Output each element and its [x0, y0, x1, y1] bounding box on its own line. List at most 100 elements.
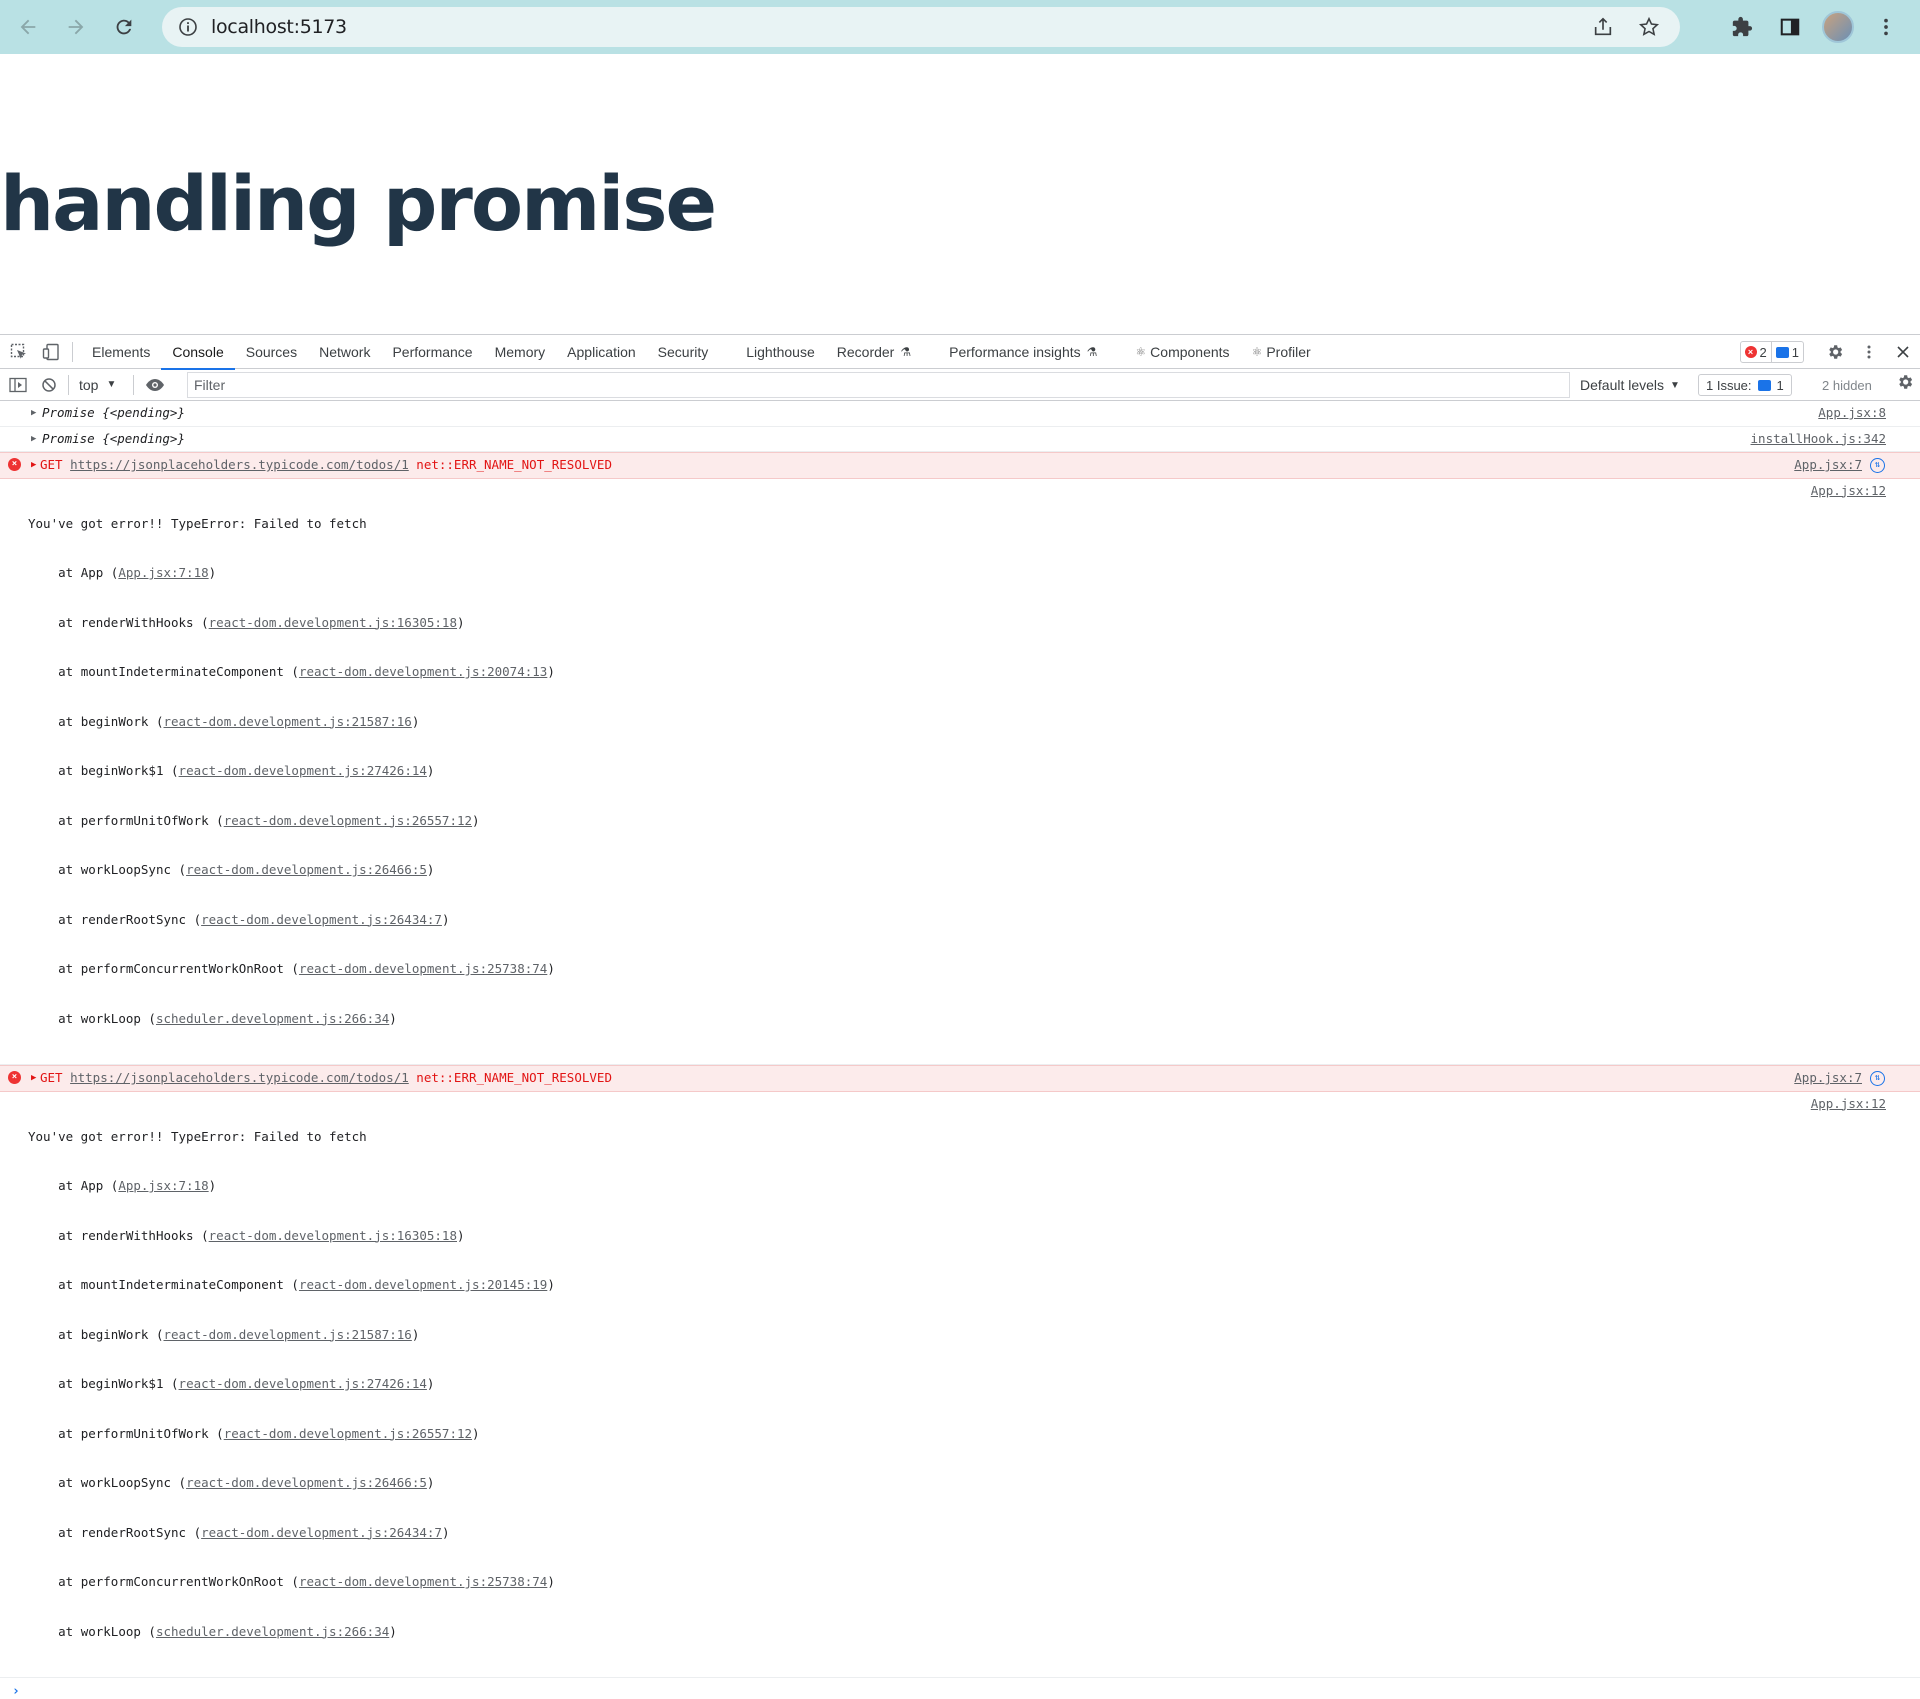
source-link[interactable]: App.jsx:8: [1818, 405, 1886, 422]
flask-icon: ⚗: [1086, 344, 1098, 359]
stack-frame-link[interactable]: scheduler.development.js:266:34: [156, 1624, 389, 1639]
stack-frame-link[interactable]: App.jsx:7:18: [118, 1178, 208, 1193]
sidebar-toggle-icon[interactable]: [5, 372, 31, 398]
network-request-icon[interactable]: ⇅: [1870, 458, 1885, 473]
console-message[interactable]: ▶ Promise {<pending>} App.jsx:8: [0, 401, 1920, 427]
stack-frame-link[interactable]: react-dom.development.js:21587:16: [163, 714, 411, 729]
message-count-badge[interactable]: 1: [1771, 341, 1804, 363]
inspect-element-icon[interactable]: [6, 339, 32, 365]
stack-frame-link[interactable]: react-dom.development.js:21587:16: [163, 1327, 411, 1342]
stack-frame-link[interactable]: react-dom.development.js:20145:19: [299, 1277, 547, 1292]
hidden-count: 2 hidden: [1822, 377, 1872, 393]
source-link[interactable]: App.jsx:12: [1811, 483, 1886, 500]
tab-sources[interactable]: Sources: [235, 335, 308, 369]
tab-application[interactable]: Application: [556, 335, 647, 369]
tab-network[interactable]: Network: [308, 335, 381, 369]
divider: [72, 341, 73, 362]
source-link[interactable]: App.jsx:7: [1794, 1070, 1862, 1087]
star-icon[interactable]: [1638, 16, 1660, 43]
stack-frame-link[interactable]: react-dom.development.js:25738:74: [299, 961, 547, 976]
address-bar[interactable]: localhost:5173: [162, 7, 1680, 47]
stack-frame-link[interactable]: react-dom.development.js:27426:14: [179, 763, 427, 778]
stack-frame-link[interactable]: react-dom.development.js:16305:18: [209, 1228, 457, 1243]
stack-frame-link[interactable]: react-dom.development.js:20074:13: [299, 664, 547, 679]
live-expression-eye-icon[interactable]: [142, 372, 168, 398]
react-icon: ⚛: [1135, 344, 1147, 359]
react-icon: ⚛: [1251, 344, 1263, 359]
issues-button[interactable]: 1 Issue: 1: [1698, 374, 1792, 396]
stack-frame-link[interactable]: react-dom.development.js:16305:18: [209, 615, 457, 630]
tab-recorder[interactable]: Recorder ⚗: [826, 335, 922, 369]
stack-frame-link[interactable]: react-dom.development.js:26466:5: [186, 1475, 427, 1490]
menu-icon[interactable]: [1866, 7, 1906, 47]
console-toolbar: top ▼ Filter Default levels ▼ 1 Issue: 1…: [0, 369, 1920, 401]
context-selector[interactable]: top ▼: [79, 377, 127, 393]
stack-frame-link[interactable]: react-dom.development.js:26557:12: [224, 813, 472, 828]
info-icon[interactable]: [178, 17, 198, 37]
tab-security[interactable]: Security: [647, 335, 720, 369]
page-title: handling promise: [0, 159, 717, 248]
dropdown-arrow-icon: ▼: [106, 379, 117, 390]
tab-components[interactable]: ⚛ Components: [1124, 335, 1240, 369]
divider: [133, 374, 134, 395]
divider: [68, 374, 69, 395]
flask-icon: ⚗: [900, 344, 912, 359]
stack-frame-link[interactable]: react-dom.development.js:26434:7: [201, 1525, 442, 1540]
tab-elements[interactable]: Elements: [81, 335, 161, 369]
console-message[interactable]: You've got error!! TypeError: Failed to …: [0, 479, 1920, 1065]
expand-triangle-icon[interactable]: ▶: [31, 431, 36, 448]
expand-triangle-icon[interactable]: ▶: [31, 405, 36, 422]
error-icon: ×: [8, 1071, 21, 1084]
stack-frame-link[interactable]: react-dom.development.js:26466:5: [186, 862, 427, 877]
tab-profiler[interactable]: ⚛ Profiler: [1241, 335, 1322, 369]
source-link[interactable]: installHook.js:342: [1751, 431, 1886, 448]
error-count-badge[interactable]: × 2: [1739, 341, 1772, 363]
source-link[interactable]: App.jsx:7: [1794, 457, 1862, 474]
filter-input[interactable]: Filter: [187, 372, 1570, 398]
log-levels-dropdown[interactable]: Default levels ▼: [1580, 369, 1680, 401]
request-url-link[interactable]: https://jsonplaceholders.typicode.com/to…: [70, 457, 409, 472]
tab-performance-insights[interactable]: Performance insights ⚗: [938, 335, 1108, 369]
console-message[interactable]: You've got error!! TypeError: Failed to …: [0, 1092, 1920, 1678]
reload-icon[interactable]: [104, 7, 144, 47]
stack-trace: You've got error!! TypeError: Failed to …: [28, 515, 555, 1026]
clear-console-icon[interactable]: [36, 372, 62, 398]
source-link[interactable]: App.jsx:12: [1811, 1096, 1886, 1113]
more-options-icon[interactable]: [1852, 335, 1886, 369]
stack-frame-link[interactable]: react-dom.development.js:27426:14: [179, 1376, 427, 1391]
stack-frame-link[interactable]: react-dom.development.js:26434:7: [201, 912, 442, 927]
tab-performance[interactable]: Performance: [381, 335, 483, 369]
side-panel-icon[interactable]: [1770, 7, 1810, 47]
close-icon[interactable]: [1886, 335, 1920, 369]
stack-frame-link[interactable]: react-dom.development.js:25738:74: [299, 1574, 547, 1589]
tab-console[interactable]: Console: [161, 335, 236, 370]
settings-gear-icon[interactable]: [1818, 335, 1852, 369]
browser-toolbar: localhost:5173: [0, 0, 1920, 54]
stack-trace: You've got error!! TypeError: Failed to …: [28, 1128, 555, 1639]
console-prompt[interactable]: ›: [0, 1678, 1920, 1699]
page-content: handling promise: [0, 54, 1920, 334]
stack-frame-link[interactable]: react-dom.development.js:26557:12: [224, 1426, 472, 1441]
network-request-icon[interactable]: ⇅: [1870, 1071, 1885, 1086]
url-text[interactable]: localhost:5173: [211, 16, 347, 38]
expand-triangle-icon[interactable]: ▶: [31, 457, 36, 474]
error-icon: ×: [8, 458, 21, 471]
tab-lighthouse[interactable]: Lighthouse: [735, 335, 826, 369]
request-url-link[interactable]: https://jsonplaceholders.typicode.com/to…: [70, 1070, 409, 1085]
tab-memory[interactable]: Memory: [484, 335, 557, 369]
console-error-message[interactable]: × ▶ GET https://jsonplaceholders.typicod…: [0, 452, 1920, 479]
dropdown-arrow-icon: ▼: [1670, 379, 1680, 391]
back-icon[interactable]: [8, 7, 48, 47]
extensions-icon[interactable]: [1722, 7, 1762, 47]
avatar[interactable]: [1818, 7, 1858, 47]
expand-triangle-icon[interactable]: ▶: [31, 1070, 36, 1087]
device-toolbar-icon[interactable]: [38, 339, 64, 365]
error-icon: ×: [1744, 346, 1757, 358]
console-message[interactable]: ▶ Promise {<pending>} installHook.js:342: [0, 427, 1920, 452]
console-error-message[interactable]: × ▶ GET https://jsonplaceholders.typicod…: [0, 1065, 1920, 1092]
console-settings-gear-icon[interactable]: [1896, 373, 1914, 394]
share-icon[interactable]: [1592, 16, 1614, 43]
stack-frame-link[interactable]: App.jsx:7:18: [118, 565, 208, 580]
forward-icon[interactable]: [56, 7, 96, 47]
stack-frame-link[interactable]: scheduler.development.js:266:34: [156, 1011, 389, 1026]
